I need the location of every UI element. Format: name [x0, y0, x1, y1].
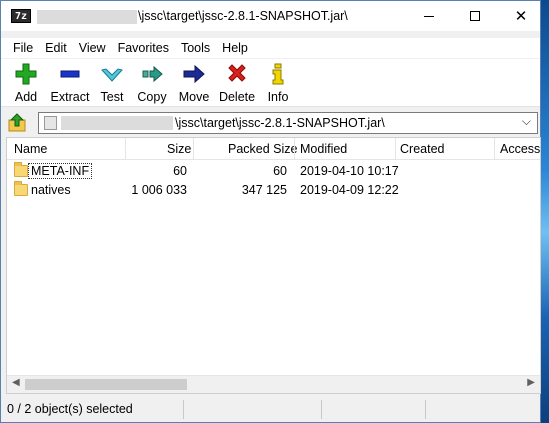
scroll-right-icon[interactable]: ▶	[527, 377, 535, 388]
column-divider[interactable]	[294, 138, 295, 160]
redacted-path-segment	[37, 10, 137, 24]
file-size: 60	[173, 164, 187, 178]
scrollbar-thumb[interactable]	[25, 379, 187, 390]
add-button[interactable]: Add	[10, 63, 42, 107]
copy-button[interactable]: Copy	[135, 63, 169, 107]
menu-file[interactable]: File	[7, 41, 39, 55]
folder-icon	[14, 162, 28, 177]
file-modified: 2019-04-09 12:22	[300, 183, 399, 197]
horizontal-scrollbar[interactable]: ◀ ▶	[7, 375, 540, 393]
extract-button[interactable]: Extract	[49, 63, 91, 107]
column-accessed[interactable]: Accesse	[500, 142, 540, 156]
column-divider[interactable]	[395, 138, 396, 160]
seven-zip-window: 7z \jssc\target\jssc-2.8.1-SNAPSHOT.jar\…	[0, 0, 541, 423]
chevron-down-icon[interactable]: ⌵	[522, 114, 531, 129]
test-button[interactable]: Test	[97, 63, 127, 107]
status-divider	[425, 400, 426, 419]
delete-label: Delete	[218, 90, 256, 104]
move-label: Move	[178, 90, 210, 104]
address-path: \jssc\target\jssc-2.8.1-SNAPSHOT.jar\	[175, 116, 385, 130]
menu-tools[interactable]: Tools	[175, 41, 216, 55]
copy-label: Copy	[137, 90, 167, 104]
menu-view[interactable]: View	[73, 41, 112, 55]
add-label: Add	[14, 90, 38, 104]
column-divider[interactable]	[193, 138, 194, 160]
address-row: \jssc\target\jssc-2.8.1-SNAPSHOT.jar\ ⌵	[1, 110, 540, 136]
minimize-button[interactable]	[406, 1, 452, 31]
scroll-left-icon[interactable]: ◀	[12, 377, 20, 388]
menu-edit[interactable]: Edit	[39, 41, 73, 55]
minimize-icon	[424, 15, 434, 17]
address-bar[interactable]: \jssc\target\jssc-2.8.1-SNAPSHOT.jar\ ⌵	[38, 112, 538, 134]
menu-bar: File Edit View Favorites Tools Help	[1, 38, 540, 58]
info-label: Info	[267, 90, 289, 104]
status-selection-text: 0 / 2 object(s) selected	[7, 402, 133, 416]
table-row[interactable]: META-INF 60 60 2019-04-10 10:17	[7, 162, 540, 181]
window-title: \jssc\target\jssc-2.8.1-SNAPSHOT.jar\	[138, 9, 348, 23]
menu-help[interactable]: Help	[216, 41, 254, 55]
list-header: Name Size Packed Size Modified Created A…	[7, 138, 540, 160]
file-packed-size: 347 125	[241, 183, 287, 197]
status-divider	[183, 400, 184, 419]
move-button[interactable]: Move	[177, 63, 211, 107]
maximize-button[interactable]	[452, 1, 498, 31]
file-name: META-INF	[27, 163, 93, 179]
desktop-background	[541, 0, 549, 423]
test-label: Test	[100, 90, 124, 104]
status-divider	[321, 400, 322, 419]
close-icon: ✕	[514, 7, 528, 25]
info-icon	[272, 63, 284, 85]
minus-icon	[60, 70, 80, 78]
seven-zip-app-icon[interactable]: 7z	[11, 9, 31, 23]
table-row[interactable]: natives 1 006 033 347 125 2019-04-09 12:…	[7, 181, 540, 200]
close-button[interactable]: ✕	[498, 1, 544, 31]
file-packed-size: 60	[273, 164, 287, 178]
copy-arrow-icon	[142, 65, 163, 83]
delete-button[interactable]: Delete	[219, 63, 255, 107]
column-name[interactable]: Name	[14, 142, 47, 156]
redacted-path-segment	[61, 116, 173, 130]
column-divider[interactable]	[125, 138, 126, 160]
extract-label: Extract	[50, 90, 90, 104]
check-icon	[101, 68, 123, 82]
archive-file-icon	[44, 116, 57, 130]
maximize-icon	[470, 11, 480, 21]
file-modified: 2019-04-10 10:17	[300, 164, 399, 178]
column-divider[interactable]	[494, 138, 495, 160]
delete-x-icon	[228, 64, 246, 82]
toolbar: Add Extract Test Copy Move Delete Info	[1, 59, 540, 107]
file-list[interactable]: Name Size Packed Size Modified Created A…	[6, 137, 541, 394]
column-size[interactable]: Size	[167, 142, 191, 156]
file-name: natives	[31, 183, 71, 197]
status-bar: 0 / 2 object(s) selected	[1, 397, 540, 422]
menu-favorites[interactable]: Favorites	[112, 41, 175, 55]
column-packed-size[interactable]: Packed Size	[228, 142, 297, 156]
file-size: 1 006 033	[131, 183, 187, 197]
info-button[interactable]: Info	[265, 63, 291, 107]
move-arrow-icon	[183, 64, 205, 84]
column-modified[interactable]: Modified	[300, 142, 347, 156]
title-bar[interactable]: 7z \jssc\target\jssc-2.8.1-SNAPSHOT.jar\…	[1, 1, 540, 31]
column-created[interactable]: Created	[400, 142, 444, 156]
folder-icon	[14, 181, 28, 196]
folder-up-icon[interactable]	[7, 113, 29, 133]
plus-icon	[15, 63, 37, 85]
